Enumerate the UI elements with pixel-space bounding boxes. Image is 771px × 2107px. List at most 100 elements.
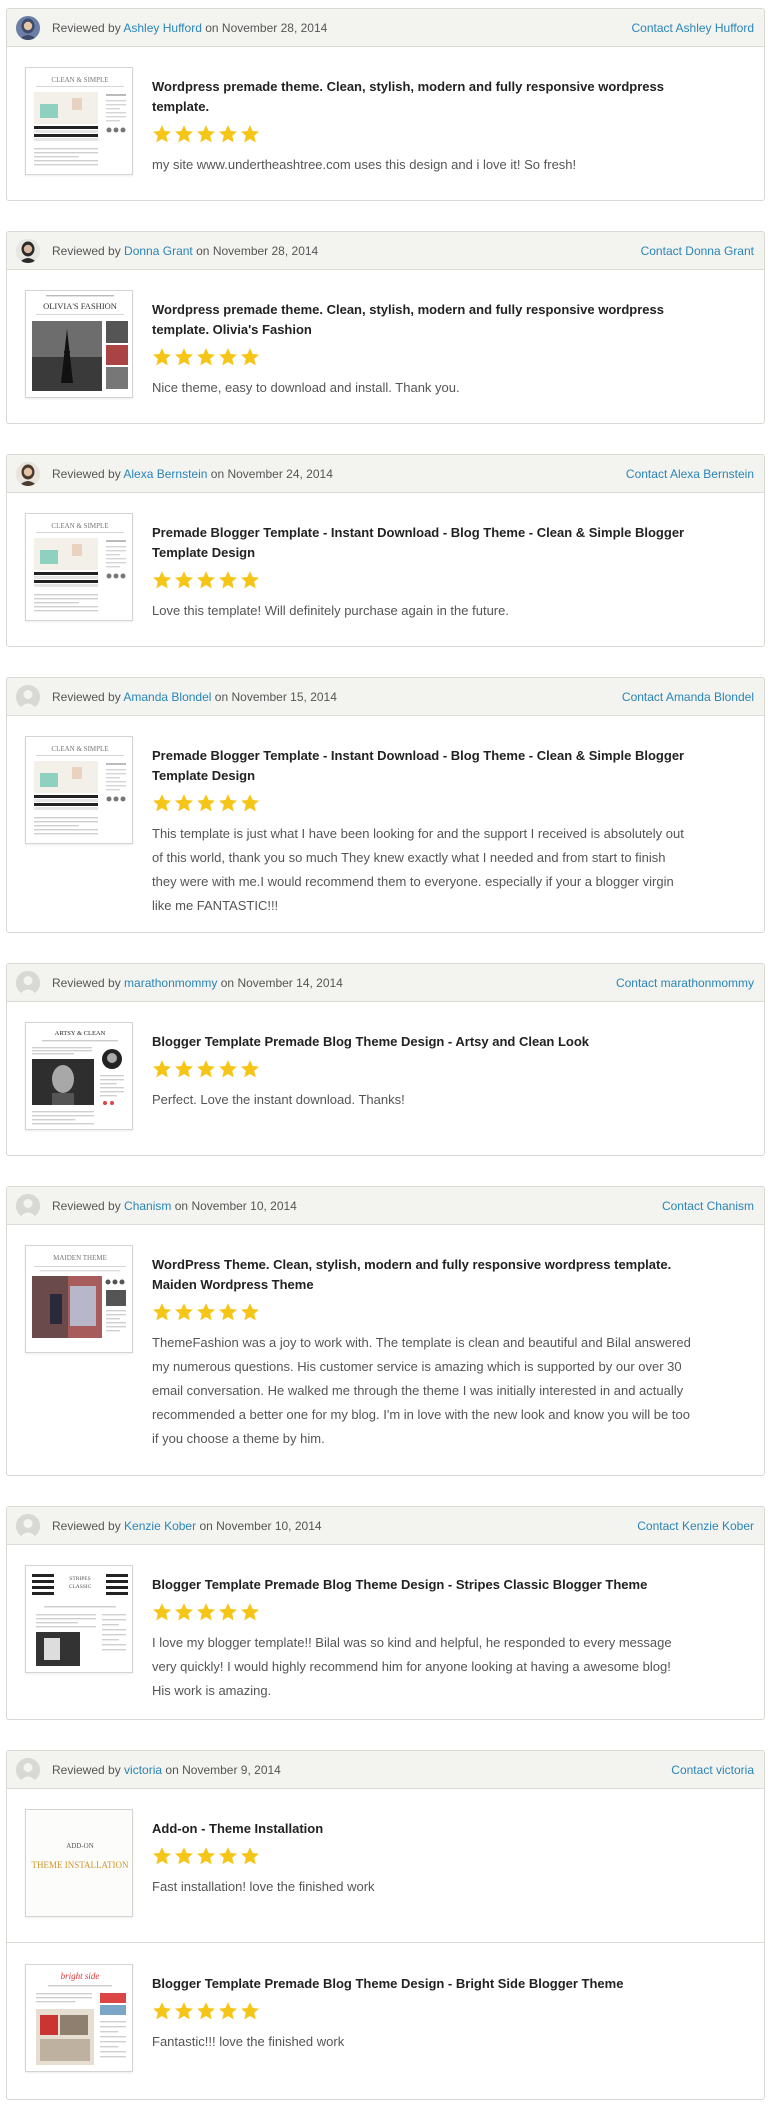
- contact-reviewer-link[interactable]: Contact Kenzie Kober: [637, 1519, 754, 1533]
- reviewer-name-link[interactable]: Amanda Blondel: [123, 690, 211, 704]
- contact-reviewer-link[interactable]: Contact Chanism: [662, 1199, 754, 1213]
- star-icon: [196, 124, 216, 144]
- on-label: on: [220, 976, 235, 990]
- review-date: November 28, 2014: [212, 244, 319, 258]
- product-thumbnail[interactable]: ARTSY & CLEAN: [25, 1022, 133, 1130]
- contact-reviewer-link[interactable]: Contact Amanda Blondel: [622, 690, 754, 704]
- product-title-link[interactable]: Add-on - Theme Installation: [152, 1819, 692, 1839]
- review-text: I love my blogger template!! Bilal was s…: [152, 1635, 672, 1698]
- review-text: Fast installation! love the finished wor…: [152, 1879, 375, 1894]
- contact-reviewer-link[interactable]: Contact Donna Grant: [641, 244, 754, 258]
- star-rating: [152, 1302, 692, 1322]
- product-thumbnail[interactable]: bright side: [25, 1964, 133, 2072]
- review-date: November 24, 2014: [227, 467, 333, 481]
- star-icon: [218, 1302, 238, 1322]
- review-header: Reviewed by Kenzie Kober on November 10,…: [7, 1507, 764, 1545]
- review-header: Reviewed by Amanda Blondel on November 1…: [7, 678, 764, 716]
- review-content: Blogger Template Premade Blog Theme Desi…: [152, 1974, 692, 2054]
- star-icon: [174, 793, 194, 813]
- star-icon: [218, 570, 238, 590]
- contact-reviewer-link[interactable]: Contact marathonmommy: [616, 976, 754, 990]
- product-title-link[interactable]: Wordpress premade theme. Clean, stylish,…: [152, 300, 692, 340]
- contact-reviewer-link[interactable]: Contact Alexa Bernstein: [626, 467, 754, 481]
- product-title-link[interactable]: Blogger Template Premade Blog Theme Desi…: [152, 1974, 692, 1994]
- star-icon: [196, 1059, 216, 1079]
- default-avatar[interactable]: [16, 1194, 40, 1218]
- product-title-link[interactable]: Premade Blogger Template - Instant Downl…: [152, 523, 692, 563]
- star-icon: [174, 1602, 194, 1622]
- default-avatar[interactable]: [16, 971, 40, 995]
- review-content: Premade Blogger Template - Instant Downl…: [152, 746, 692, 918]
- reviewer-name-link[interactable]: Alexa Bernstein: [123, 467, 207, 481]
- product-title-link[interactable]: WordPress Theme. Clean, stylish, modern …: [152, 1255, 692, 1295]
- star-icon: [240, 1602, 260, 1622]
- review-content: Blogger Template Premade Blog Theme Desi…: [152, 1575, 692, 1703]
- star-icon: [196, 347, 216, 367]
- svg-text:CLEAN & SIMPLE: CLEAN & SIMPLE: [51, 522, 108, 530]
- review-date: November 15, 2014: [231, 690, 337, 704]
- product-title-link[interactable]: Premade Blogger Template - Instant Downl…: [152, 746, 692, 786]
- product-title-link[interactable]: Blogger Template Premade Blog Theme Desi…: [152, 1032, 692, 1052]
- product-title-link[interactable]: Wordpress premade theme. Clean, stylish,…: [152, 77, 692, 117]
- product-thumbnail[interactable]: MAIDEN THEME: [25, 1245, 133, 1353]
- product-thumbnail[interactable]: STRIPES CLASSIC: [25, 1565, 133, 1673]
- review-date: November 28, 2014: [221, 21, 328, 35]
- photo-avatar[interactable]: [16, 462, 40, 486]
- star-icon: [196, 793, 216, 813]
- reviewed-item: ADD-ON THEME INSTALLATION Add-on - Theme I…: [7, 1790, 764, 1942]
- photo-avatar[interactable]: [16, 239, 40, 263]
- review-card: Reviewed by Donna Grant on November 28, …: [6, 231, 765, 424]
- reviewer-name-link[interactable]: Donna Grant: [124, 244, 193, 258]
- review-header: Reviewed by Ashley Hufford on November 2…: [7, 9, 764, 47]
- on-label: on: [210, 467, 225, 481]
- default-avatar[interactable]: [16, 685, 40, 709]
- star-icon: [240, 1059, 260, 1079]
- star-icon: [218, 1059, 238, 1079]
- reviewer-name-link[interactable]: Chanism: [124, 1199, 171, 1213]
- star-icon: [240, 347, 260, 367]
- photo-avatar[interactable]: [16, 16, 40, 40]
- svg-text:OLIVIA'S FASHION: OLIVIA'S FASHION: [43, 301, 117, 311]
- product-title-link[interactable]: Blogger Template Premade Blog Theme Desi…: [152, 1575, 692, 1595]
- star-icon: [196, 1602, 216, 1622]
- review-text: Perfect. Love the instant download. Than…: [152, 1092, 405, 1107]
- star-rating: [152, 570, 692, 590]
- reviewer-name-link[interactable]: marathonmommy: [124, 976, 217, 990]
- reviewer-line: Reviewed by marathonmommy on November 14…: [52, 976, 343, 990]
- product-thumbnail[interactable]: ADD-ON THEME INSTALLATION: [25, 1809, 133, 1917]
- reviewed-item: CLEAN & SIMPLE Wordpress premade theme. C…: [7, 48, 764, 200]
- default-avatar[interactable]: [16, 1758, 40, 1782]
- star-icon: [174, 2001, 194, 2021]
- reviewer-name-link[interactable]: victoria: [124, 1763, 162, 1777]
- on-label: on: [205, 21, 219, 35]
- product-thumbnail[interactable]: CLEAN & SIMPLE: [25, 736, 133, 844]
- star-icon: [152, 2001, 172, 2021]
- svg-text:ADD-ON: ADD-ON: [66, 1842, 94, 1850]
- contact-reviewer-link[interactable]: Contact Ashley Hufford: [631, 21, 754, 35]
- reviewer-line: Reviewed by Amanda Blondel on November 1…: [52, 690, 337, 704]
- star-icon: [240, 124, 260, 144]
- review-text: my site www.undertheashtree.com uses thi…: [152, 157, 577, 172]
- reviewed-item: ARTSY & CLEAN Blogger Template Premade Bl…: [7, 1003, 764, 1155]
- product-thumbnail[interactable]: OLIVIA'S FASHION: [25, 290, 133, 398]
- review-content: Wordpress premade theme. Clean, stylish,…: [152, 300, 692, 400]
- reviewer-name-link[interactable]: Ashley Hufford: [123, 21, 202, 35]
- product-thumbnail[interactable]: CLEAN & SIMPLE: [25, 67, 133, 175]
- svg-text:bright side: bright side: [61, 1971, 100, 1981]
- star-icon: [174, 1302, 194, 1322]
- reviewed-by-label: Reviewed by: [52, 1519, 121, 1533]
- review-card: Reviewed by Alexa Bernstein on November …: [6, 454, 765, 647]
- svg-text:STRIPES: STRIPES: [69, 1576, 90, 1582]
- star-icon: [240, 570, 260, 590]
- star-icon: [240, 1302, 260, 1322]
- contact-reviewer-link[interactable]: Contact victoria: [671, 1763, 754, 1777]
- review-card: Reviewed by Ashley Hufford on November 2…: [6, 8, 765, 201]
- review-card: Reviewed by marathonmommy on November 14…: [6, 963, 765, 1156]
- svg-text:CLEAN & SIMPLE: CLEAN & SIMPLE: [51, 76, 108, 84]
- default-avatar[interactable]: [16, 1514, 40, 1538]
- reviewer-name-link[interactable]: Kenzie Kober: [124, 1519, 196, 1533]
- reviewed-by-label: Reviewed by: [52, 1763, 121, 1777]
- product-thumbnail[interactable]: CLEAN & SIMPLE: [25, 513, 133, 621]
- svg-text:MAIDEN THEME: MAIDEN THEME: [53, 1254, 107, 1262]
- review-text: Love this template! Will definitely purc…: [152, 603, 509, 618]
